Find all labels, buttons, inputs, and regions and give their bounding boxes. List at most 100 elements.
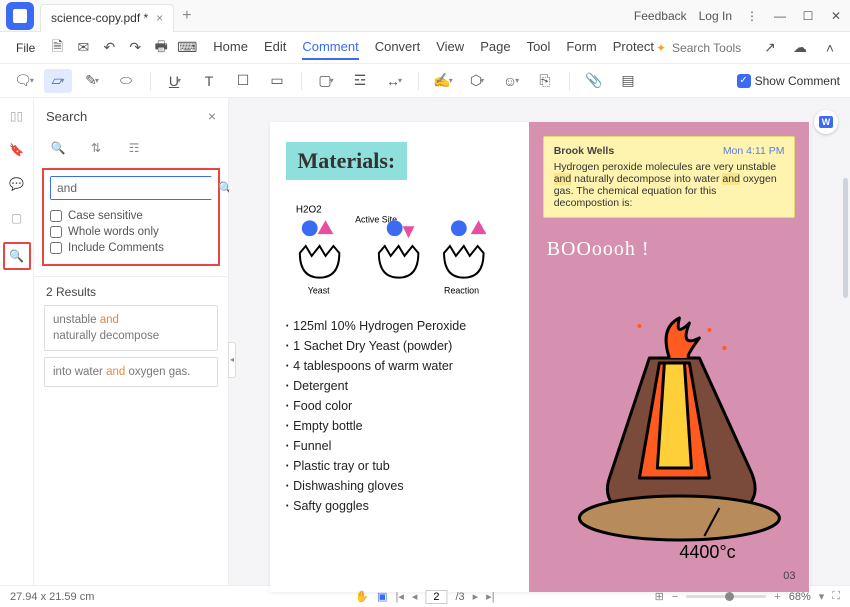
tab-page[interactable]: Page	[480, 35, 510, 60]
highlight-tool-icon[interactable]: ▱▾	[44, 69, 72, 93]
prev-page-icon[interactable]: ◂	[412, 590, 418, 603]
underline-tool-icon[interactable]: U▾	[161, 69, 189, 93]
show-comment-toggle[interactable]: ✓ Show Comment	[737, 74, 840, 88]
list-item: Food color	[286, 396, 513, 416]
svg-text:4400°c: 4400°c	[679, 542, 735, 562]
comments-panel-icon[interactable]: 💬	[7, 174, 27, 194]
signature-tool-icon[interactable]: ✍▾	[429, 69, 457, 93]
list-item: Safty goggles	[286, 496, 513, 516]
zoom-in-icon[interactable]: +	[774, 591, 780, 603]
new-tab-button[interactable]: +	[182, 7, 191, 25]
zoom-dropdown-icon[interactable]: ▾	[819, 590, 825, 603]
rect-tool-icon[interactable]: ▢▾	[312, 69, 340, 93]
first-page-icon[interactable]: |◂	[396, 590, 404, 603]
undo-icon[interactable]: ↶	[97, 36, 121, 60]
note-tool-icon[interactable]: 🗨▾	[10, 69, 38, 93]
tab-view[interactable]: View	[436, 35, 464, 60]
svg-text:Yeast: Yeast	[307, 285, 329, 295]
search-mode-replace-icon[interactable]: ⇅	[86, 138, 106, 158]
tab-tool[interactable]: Tool	[527, 35, 551, 60]
search-result[interactable]: unstable and naturally decompose	[44, 305, 218, 351]
close-window-icon[interactable]: ✕	[822, 2, 850, 30]
preview-tool-icon[interactable]: ▤	[614, 69, 642, 93]
tab-comment[interactable]: Comment	[302, 35, 358, 60]
measure-tool-icon[interactable]: ↔▾	[380, 69, 408, 93]
login-link[interactable]: Log In	[693, 5, 738, 27]
last-page-icon[interactable]: ▸|	[486, 590, 494, 603]
stamp2-tool-icon[interactable]: ⬡▾	[463, 69, 491, 93]
tab-form[interactable]: Form	[566, 35, 596, 60]
chevron-up-icon[interactable]: ˄	[818, 36, 842, 60]
attachments-icon[interactable]: ▢	[7, 208, 27, 228]
materials-list: 125ml 10% Hydrogen Peroxide 1 Sachet Dry…	[286, 316, 513, 516]
magic-icon[interactable]: ✦	[656, 41, 666, 55]
save-icon[interactable]: 🗎	[45, 36, 69, 60]
tab-protect[interactable]: Protect	[613, 35, 654, 60]
hand-tool-icon[interactable]: ✋	[355, 590, 369, 603]
checkbox[interactable]	[50, 242, 62, 254]
tab-edit[interactable]: Edit	[264, 35, 286, 60]
printer-icon[interactable]: 🖶	[149, 36, 173, 60]
text-tool-icon[interactable]: T	[195, 69, 223, 93]
callout-tool-icon[interactable]: ▭	[263, 69, 291, 93]
list-item: Plastic tray or tub	[286, 456, 513, 476]
document-canvas[interactable]: ◂ W Materials: H2O2 Active Site Yeast	[229, 98, 850, 585]
opt-include-comments[interactable]: Include Comments	[50, 242, 212, 254]
boom-text: BOOoooh !	[547, 238, 796, 261]
page-spread: Materials: H2O2 Active Site Yeast Reacti…	[270, 122, 810, 592]
search-panel-close-icon[interactable]: ×	[208, 108, 216, 124]
search-result[interactable]: into water and oxygen gas.	[44, 357, 218, 387]
share-icon[interactable]: ↗	[758, 36, 782, 60]
search-mode-advanced-icon[interactable]: ☶	[124, 138, 144, 158]
page-input[interactable]	[425, 590, 447, 604]
fullscreen-icon[interactable]: ⛶	[832, 590, 840, 603]
word-export-badge[interactable]: W	[814, 110, 838, 134]
print-icon[interactable]: ✉	[71, 36, 95, 60]
zoom-slider[interactable]	[686, 595, 766, 598]
cloud-icon[interactable]: ☁	[788, 36, 812, 60]
page-dimensions: 27.94 x 21.59 cm	[10, 591, 94, 603]
comment-note[interactable]: Brook Wells Mon 4:11 PM Hydrogen peroxid…	[543, 136, 796, 218]
opt-case-sensitive[interactable]: Case sensitive	[50, 210, 212, 222]
eraser-tool-icon[interactable]: ⬭	[112, 69, 140, 93]
page-total: /3	[455, 591, 464, 603]
stamp-tool-icon[interactable]: ☲	[346, 69, 374, 93]
file-menu[interactable]: File	[8, 41, 43, 55]
search-tools-input[interactable]	[672, 41, 752, 55]
search-mode-find-icon[interactable]: 🔍	[48, 138, 68, 158]
scrollbar[interactable]	[843, 178, 848, 298]
checkbox[interactable]	[50, 210, 62, 222]
user-tool-icon[interactable]: ☺▾	[497, 69, 525, 93]
main-tabs: Home Edit Comment Convert View Page Tool…	[213, 35, 654, 60]
textbox-tool-icon[interactable]: ☐	[229, 69, 257, 93]
search-tools: ✦ ↗ ☁ ˄	[656, 36, 842, 60]
checkbox[interactable]	[50, 226, 62, 238]
collapse-panel-handle[interactable]: ◂	[228, 342, 236, 378]
feedback-link[interactable]: Feedback	[628, 5, 693, 27]
search-input[interactable]	[51, 177, 218, 199]
volcano-illustration: 4400°c	[539, 308, 800, 568]
zoom-value: 68%	[789, 591, 811, 603]
pen-tool-icon[interactable]: ✎▾	[78, 69, 106, 93]
mail-icon[interactable]: ⌨	[175, 36, 199, 60]
minimize-icon[interactable]: —	[766, 2, 794, 30]
search-panel-icon[interactable]: 🔍	[7, 246, 27, 266]
tab-home[interactable]: Home	[213, 35, 248, 60]
comment-toolbar: 🗨▾ ▱▾ ✎▾ ⬭ U▾ T ☐ ▭ ▢▾ ☲ ↔▾ ✍▾ ⬡▾ ☺▾ ⎘ 📎…	[0, 64, 850, 98]
link-tool-icon[interactable]: ⎘	[531, 69, 559, 93]
bookmarks-icon[interactable]: 🔖	[7, 140, 27, 160]
tab-close-icon[interactable]: ×	[156, 11, 163, 25]
list-item: Empty bottle	[286, 416, 513, 436]
show-comment-label: Show Comment	[755, 74, 840, 88]
attach-tool-icon[interactable]: 📎	[580, 69, 608, 93]
zoom-out-icon[interactable]: −	[672, 591, 678, 603]
opt-whole-words[interactable]: Whole words only	[50, 226, 212, 238]
document-tab[interactable]: science-copy.pdf * ×	[40, 4, 174, 32]
select-tool-icon[interactable]: ▣	[377, 590, 387, 603]
next-page-icon[interactable]: ▸	[473, 590, 479, 603]
redo-icon[interactable]: ↷	[123, 36, 147, 60]
thumbnails-icon[interactable]: ▯▯	[7, 106, 27, 126]
maximize-icon[interactable]: ☐	[794, 2, 822, 30]
tab-convert[interactable]: Convert	[375, 35, 421, 60]
kebab-icon[interactable]: ⋮	[738, 2, 766, 30]
